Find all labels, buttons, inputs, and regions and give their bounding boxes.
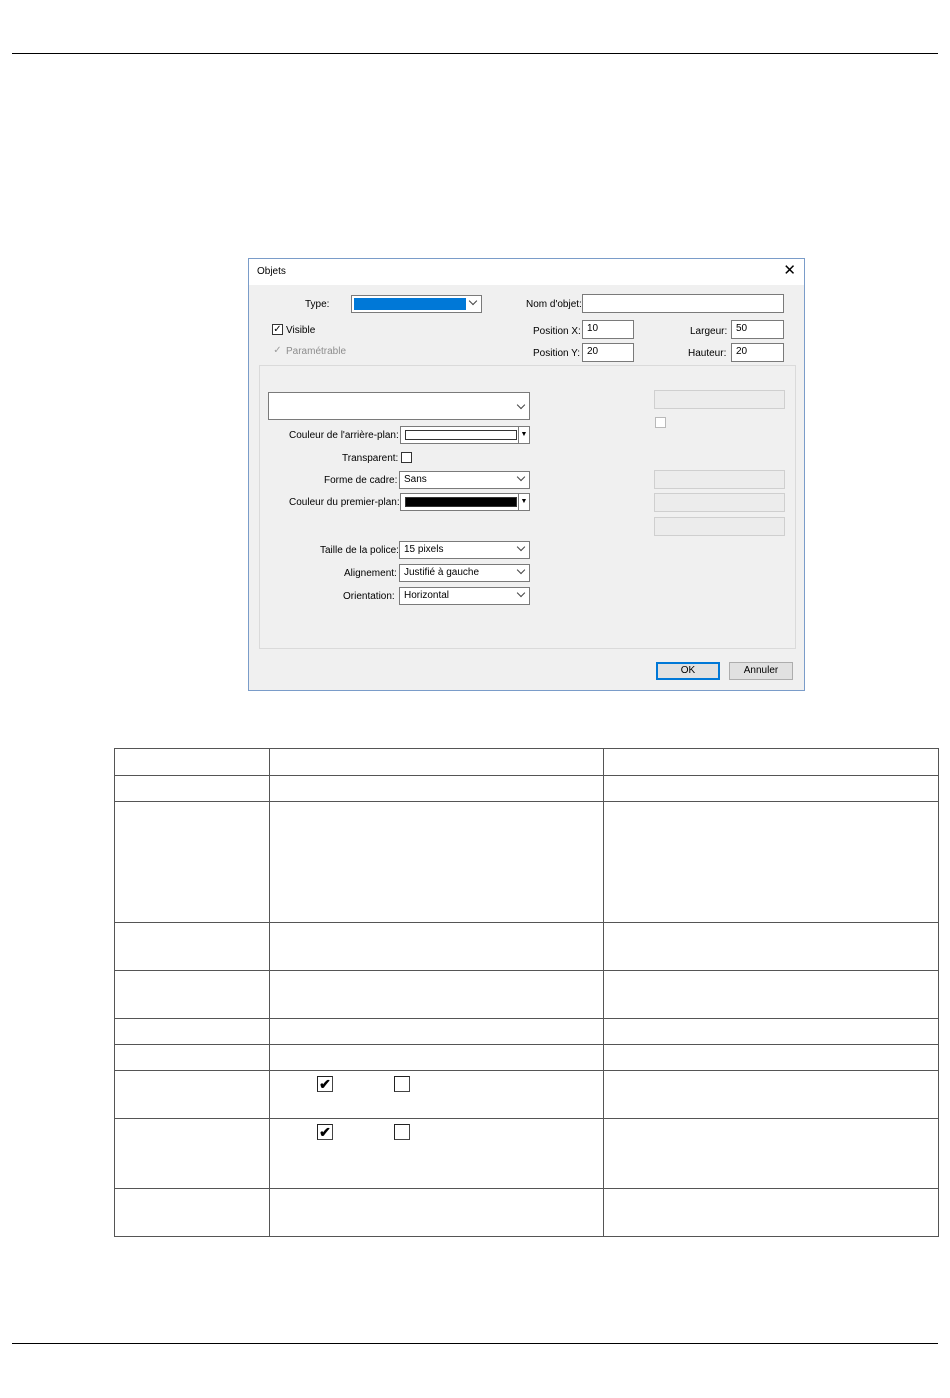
transparent-checkbox[interactable] (401, 452, 412, 463)
forme-cadre-value: Sans (404, 474, 427, 485)
forme-cadre-select[interactable]: Sans (399, 471, 530, 489)
taille-police-value: 15 pixels (404, 544, 444, 555)
visible-checkbox[interactable]: ✓ (272, 324, 283, 335)
orientation-value: Horizontal (404, 590, 450, 601)
checked-checkbox-icon: ✔ (317, 1076, 333, 1092)
properties-table: ✔ ✔ (114, 748, 939, 1237)
position-y-label: Position Y: (533, 348, 581, 359)
objets-dialog: Objets ✕ Type: Nom d'objet: ✓ Visible ✓ … (248, 258, 805, 691)
type-label: Type: (305, 299, 330, 310)
position-x-label: Position X: (533, 326, 581, 337)
table-row: ✔ (114, 1118, 939, 1189)
unchecked-checkbox-icon (394, 1076, 410, 1092)
disabled-field-2 (654, 470, 785, 489)
dialog-title: Objets (257, 266, 286, 277)
chevron-down-icon (517, 402, 526, 411)
largeur-input[interactable]: 50 (731, 320, 784, 339)
chevron-down-icon (469, 298, 478, 307)
table-row (114, 1188, 939, 1237)
taille-police-select[interactable]: 15 pixels (399, 541, 530, 559)
taille-police-label: Taille de la police: (320, 545, 399, 556)
chevron-down-icon (517, 567, 526, 576)
close-icon[interactable]: ✕ (783, 262, 796, 280)
chevron-down-icon (517, 590, 526, 599)
disabled-checkbox (655, 417, 666, 428)
chevron-down-icon (517, 474, 526, 483)
type-color-swatch (354, 298, 466, 310)
nom-objet-label: Nom d'objet: (526, 299, 582, 310)
parametrable-checkbox: ✓ (273, 345, 282, 356)
properties-panel: Couleur de l'arrière-plan: ▼ Transparent… (259, 365, 796, 649)
alignement-value: Justifié à gauche (404, 567, 480, 578)
forme-cadre-label: Forme de cadre: (324, 475, 398, 486)
table-row (114, 801, 939, 923)
dialog-titlebar: Objets ✕ (249, 259, 804, 285)
header-rule (12, 53, 938, 54)
table-row (114, 748, 939, 776)
table-row: ✔ (114, 1070, 939, 1119)
alignement-select[interactable]: Justifié à gauche (399, 564, 530, 582)
visible-label: Visible (286, 325, 316, 336)
couleur-premier-label: Couleur du premier-plan: (289, 497, 400, 508)
checked-checkbox-icon: ✔ (317, 1124, 333, 1140)
couleur-arriere-label: Couleur de l'arrière-plan: (289, 430, 399, 441)
position-x-input[interactable]: 10 (582, 320, 634, 339)
couleur-premier-picker[interactable]: ▼ (400, 493, 530, 511)
disabled-field-3 (654, 493, 785, 512)
dropdown-arrow-icon: ▼ (518, 494, 529, 510)
table-row (114, 775, 939, 802)
table-row (114, 970, 939, 1019)
hauteur-input[interactable]: 20 (731, 343, 784, 362)
unchecked-checkbox-icon (394, 1124, 410, 1140)
couleur-premier-swatch (405, 497, 517, 507)
largeur-label: Largeur: (690, 326, 728, 337)
nom-objet-input[interactable] (582, 294, 784, 313)
orientation-select[interactable]: Horizontal (399, 587, 530, 605)
style-select[interactable] (268, 392, 530, 420)
table-row (114, 1044, 939, 1071)
couleur-arriere-swatch (405, 430, 517, 440)
alignement-label: Alignement: (344, 568, 397, 579)
orientation-label: Orientation: (343, 591, 395, 602)
transparent-label: Transparent: (342, 453, 399, 464)
couleur-arriere-picker[interactable]: ▼ (400, 426, 530, 444)
footer-rule (12, 1343, 938, 1344)
table-row (114, 1018, 939, 1045)
disabled-field-4 (654, 517, 785, 536)
ok-button[interactable]: OK (656, 662, 720, 680)
chevron-down-icon (517, 544, 526, 553)
hauteur-label: Hauteur: (688, 348, 727, 359)
annuler-button[interactable]: Annuler (729, 662, 793, 680)
position-y-input[interactable]: 20 (582, 343, 634, 362)
disabled-field-1 (654, 390, 785, 409)
table-row (114, 922, 939, 971)
dropdown-arrow-icon: ▼ (518, 427, 529, 443)
type-select[interactable] (351, 295, 482, 313)
parametrable-label: Paramétrable (286, 346, 347, 357)
